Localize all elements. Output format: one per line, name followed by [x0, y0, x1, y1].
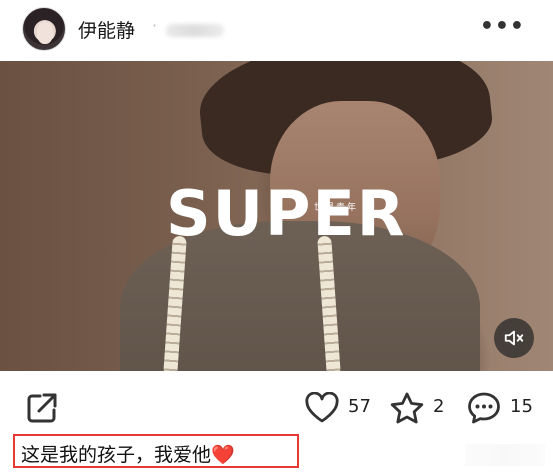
watermark-blur	[465, 444, 545, 466]
blurred-timestamp	[166, 24, 224, 37]
like-button[interactable]	[304, 391, 340, 428]
caption-highlight: 这是我的孩子，我爱他❤️	[13, 434, 299, 468]
share-button[interactable]	[24, 390, 60, 430]
comment-button[interactable]	[466, 390, 502, 430]
comment-bubble-icon	[468, 392, 500, 424]
post-actions-bar: 57 2 15	[0, 378, 553, 438]
speaker-muted-icon	[504, 330, 524, 346]
heart-emoji-icon: ❤️	[211, 444, 235, 466]
brand-logo-title: SUPER	[166, 177, 407, 250]
favorite-count: 2	[433, 396, 445, 417]
post-video[interactable]: SUPER 世界青年	[0, 61, 553, 371]
heart-outline-icon	[305, 391, 339, 423]
separator-dot: ·	[152, 16, 158, 35]
brand-logo-subtitle: 世界青年	[314, 203, 359, 213]
star-outline-icon	[390, 392, 424, 424]
username[interactable]: 伊能静	[78, 16, 135, 43]
post-header: 伊能静 · •••	[0, 0, 553, 60]
caption-text: 这是我的孩子，我爱他	[21, 444, 212, 466]
share-icon	[27, 393, 57, 423]
comment-count: 15	[510, 396, 533, 417]
user-avatar[interactable]	[22, 7, 66, 51]
post-caption: 这是我的孩子，我爱他❤️	[21, 440, 235, 467]
mute-button[interactable]	[494, 318, 534, 358]
favorite-button[interactable]	[389, 391, 425, 429]
like-count: 57	[348, 396, 371, 417]
more-options-icon[interactable]: •••	[480, 14, 525, 39]
